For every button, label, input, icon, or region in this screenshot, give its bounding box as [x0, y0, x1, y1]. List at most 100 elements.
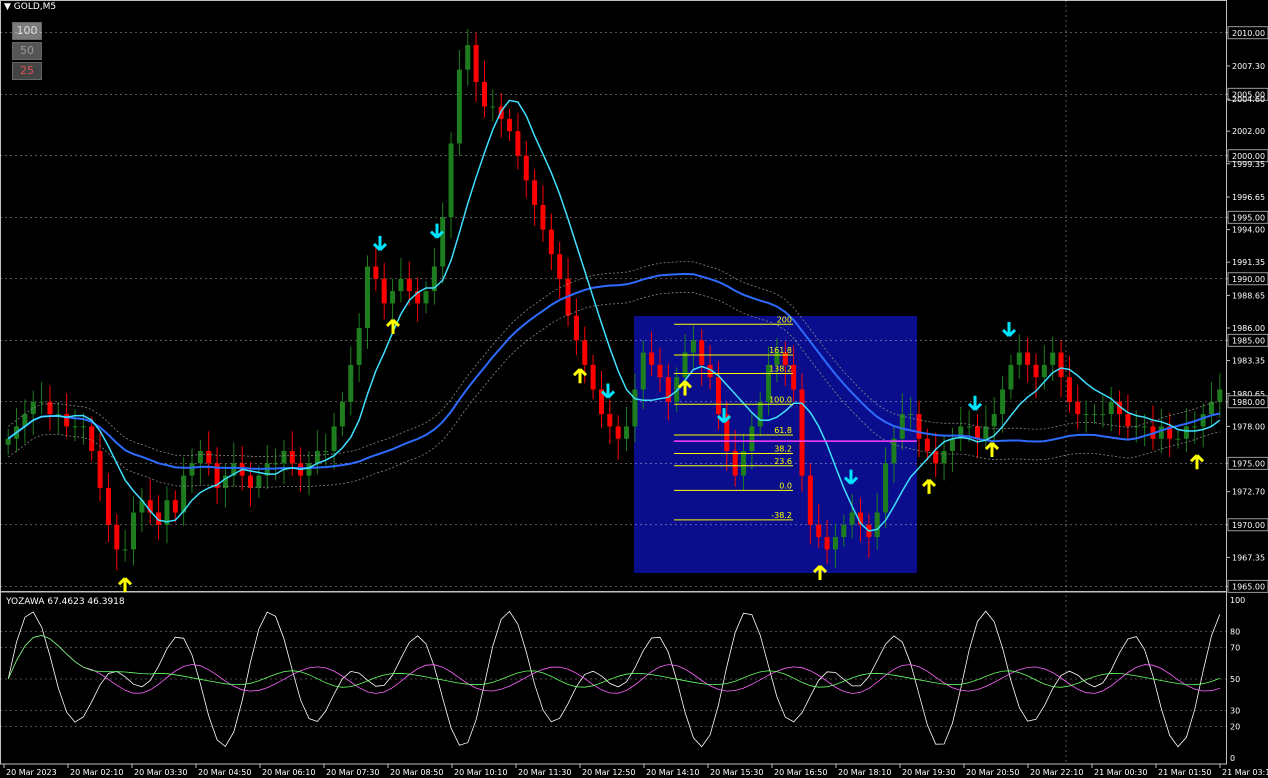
price-tick-label: 2010.00: [1232, 29, 1265, 38]
price-tick-label: 1991.35: [1232, 258, 1265, 267]
candle-body: [1200, 414, 1206, 427]
time-tick-label: 20 Mar 04:50: [198, 768, 251, 777]
arrow-up-icon: [1189, 454, 1205, 470]
osc-tick-label: 100: [1230, 596, 1245, 605]
osc-slow-line: [7, 634, 1220, 688]
price-tick-label: 1980.00: [1232, 398, 1265, 407]
candle-body: [72, 426, 78, 428]
candle-body: [1142, 426, 1148, 428]
candle-body: [131, 512, 137, 550]
candle-body: [816, 524, 822, 538]
time-tick-label: 20 Mar 19:30: [902, 768, 955, 777]
candle-body: [1033, 364, 1039, 378]
candle-body: [197, 450, 203, 464]
candle-body: [1175, 438, 1181, 440]
fib-level-label: 0.0: [779, 481, 792, 490]
candle-body: [440, 217, 446, 267]
time-tick-label: 20 Mar 18:10: [838, 768, 891, 777]
arrow-up-icon: [117, 577, 133, 593]
arrow-up-icon: [385, 318, 401, 334]
candle-body: [749, 426, 755, 451]
candle-body: [649, 352, 655, 365]
candles-group: [5, 29, 1223, 571]
candle-body: [1041, 364, 1047, 378]
candle-body: [690, 340, 696, 353]
time-tick-label: 21 Mar 01:50: [1158, 768, 1211, 777]
time-tick-label: 20 Mar 2023: [6, 768, 57, 777]
time-tick-label: 20 Mar 02:10: [70, 768, 123, 777]
candle-body: [632, 389, 638, 427]
price-tick-label: 1970.00: [1232, 521, 1265, 530]
price-chart[interactable]: 200161.8138.2100.061.838.223.60.0-38.2YO…: [0, 0, 1268, 778]
candle-body: [966, 426, 972, 428]
candle-body: [473, 45, 479, 82]
candle-body: [590, 364, 596, 390]
time-tick-label: 20 Mar 08:50: [390, 768, 443, 777]
candle-body: [974, 426, 980, 439]
fib-level-label: 23.6: [774, 457, 792, 466]
candle-body: [331, 426, 337, 451]
price-tick-label: 2004.60: [1232, 95, 1265, 104]
candle-body: [97, 450, 103, 488]
price-tick-label: 1975.00: [1232, 459, 1265, 468]
osc-tick-label: 30: [1230, 707, 1240, 716]
arrow-down-icon: [1001, 321, 1017, 338]
fib-level-label: 138.2: [769, 365, 792, 374]
fib-level-label: 38.2: [774, 444, 792, 453]
candle-body: [757, 401, 763, 427]
osc-tick-label: 50: [1230, 675, 1240, 684]
candle-body: [916, 414, 922, 439]
fib-level-label: 200: [777, 315, 792, 324]
osc-tick-label: 0: [1230, 754, 1235, 763]
candle-body: [582, 340, 588, 365]
time-tick-label: 20 Mar 03:30: [134, 768, 187, 777]
price-tick-label: 1999.35: [1232, 160, 1265, 169]
candle-body: [114, 524, 120, 550]
time-tick-label: 20 Mar 22:10: [1030, 768, 1083, 777]
candle-body: [841, 524, 847, 538]
candle-body: [1125, 414, 1131, 427]
candle-body: [381, 278, 387, 304]
candle-body: [5, 438, 11, 445]
oscillator-label: YOZAWA 67.4623 46.3918: [5, 597, 125, 607]
arrow-down-icon: [372, 235, 388, 251]
candle-body: [373, 266, 379, 279]
candle-body: [883, 463, 889, 513]
osc-tick-label: 70: [1230, 643, 1240, 652]
time-tick-label: 20 Mar 07:30: [326, 768, 379, 777]
candle-body: [406, 278, 412, 292]
time-tick-label: 20 Mar 10:10: [454, 768, 507, 777]
price-tick-label: 1988.65: [1232, 291, 1265, 300]
candle-body: [624, 426, 630, 439]
candle-body: [548, 229, 554, 255]
candle-body: [1008, 364, 1014, 390]
fib-level-label: 61.8: [774, 426, 792, 435]
candle-body: [80, 426, 86, 428]
candle-body: [1058, 352, 1064, 378]
arrow-up-icon: [921, 478, 937, 494]
price-tick-label: 1967.35: [1232, 553, 1265, 562]
candle-body: [465, 45, 471, 70]
candle-body: [615, 426, 621, 439]
candle-body: [289, 450, 295, 464]
candle-body: [348, 364, 354, 402]
candle-body: [181, 475, 187, 513]
candle-body: [515, 131, 521, 156]
candle-body: [1133, 426, 1139, 428]
fib-level-label: 100.0: [769, 395, 792, 404]
candle-body: [824, 537, 830, 550]
candle-body: [189, 463, 195, 476]
candle-body: [390, 291, 396, 304]
candle-body: [89, 426, 95, 451]
candle-body: [1083, 414, 1089, 416]
candle-body: [339, 401, 345, 427]
osc-tick-label: 80: [1230, 628, 1240, 637]
candle-body: [657, 364, 663, 378]
candle-body: [481, 81, 487, 107]
arrow-up-icon: [984, 441, 1000, 457]
fib-level-label: 161.8: [769, 346, 792, 355]
candle-body: [1025, 352, 1031, 365]
time-tick-label: 21 Mar 00:30: [1094, 768, 1147, 777]
candle-body: [356, 327, 362, 365]
candle-body: [799, 389, 805, 476]
